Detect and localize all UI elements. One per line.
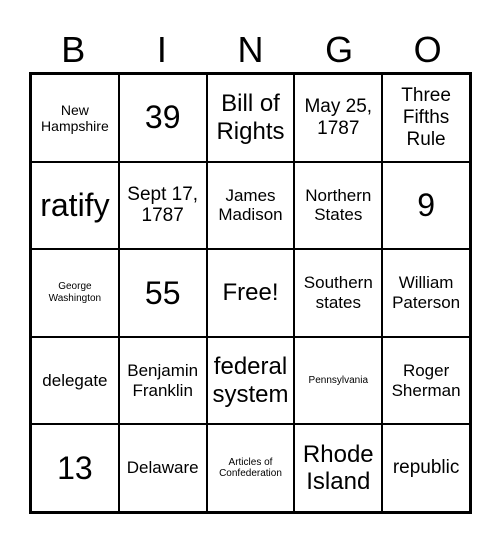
bingo-cell[interactable]: Three Fifths Rule	[382, 74, 470, 162]
bingo-cell[interactable]: Delaware	[118, 424, 207, 512]
bingo-cell[interactable]: George Washington	[31, 249, 119, 337]
bingo-header: B I N G O	[29, 28, 472, 72]
bingo-cell[interactable]: Roger Sherman	[382, 336, 470, 425]
bingo-cell[interactable]: Rhode Island	[294, 424, 383, 512]
bingo-card-grid: New Hampshire 39 Bill of Rights May 25, 178…	[29, 72, 472, 514]
bingo-cell[interactable]: Northern States	[294, 161, 383, 250]
header-letter-o: O	[413, 29, 442, 70]
bingo-cell[interactable]: Articles of Confederation	[206, 424, 295, 512]
bingo-cell[interactable]: William Paterson	[382, 249, 470, 337]
bingo-cell[interactable]: James Madison	[206, 161, 295, 250]
bingo-cell[interactable]: 55	[118, 249, 207, 337]
bingo-cell[interactable]: 9	[382, 161, 470, 250]
bingo-cell[interactable]: delegate	[31, 336, 119, 425]
header-letter-i: I	[156, 29, 167, 70]
bingo-cell[interactable]: Sept 17, 1787	[118, 161, 207, 250]
free-space-cell[interactable]: Free!	[206, 249, 295, 337]
bingo-cell[interactable]: New Hampshire	[31, 74, 119, 162]
header-letter-n: N	[237, 29, 264, 70]
bingo-cell[interactable]: republic	[382, 424, 470, 512]
bingo-cell[interactable]: Benjamin Franklin	[118, 336, 207, 425]
bingo-cell[interactable]: Pennsylvania	[294, 336, 383, 425]
bingo-cell[interactable]: 13	[31, 424, 119, 512]
bingo-cell[interactable]: federal system	[206, 336, 295, 425]
bingo-cell[interactable]: ratify	[31, 161, 119, 250]
header-letter-g: G	[325, 29, 354, 70]
header-letter-b: B	[61, 29, 86, 70]
bingo-cell[interactable]: May 25, 1787	[294, 74, 383, 162]
bingo-cell[interactable]: Southern states	[294, 249, 383, 337]
bingo-cell[interactable]: 39	[118, 74, 207, 162]
bingo-cell[interactable]: Bill of Rights	[206, 74, 295, 162]
